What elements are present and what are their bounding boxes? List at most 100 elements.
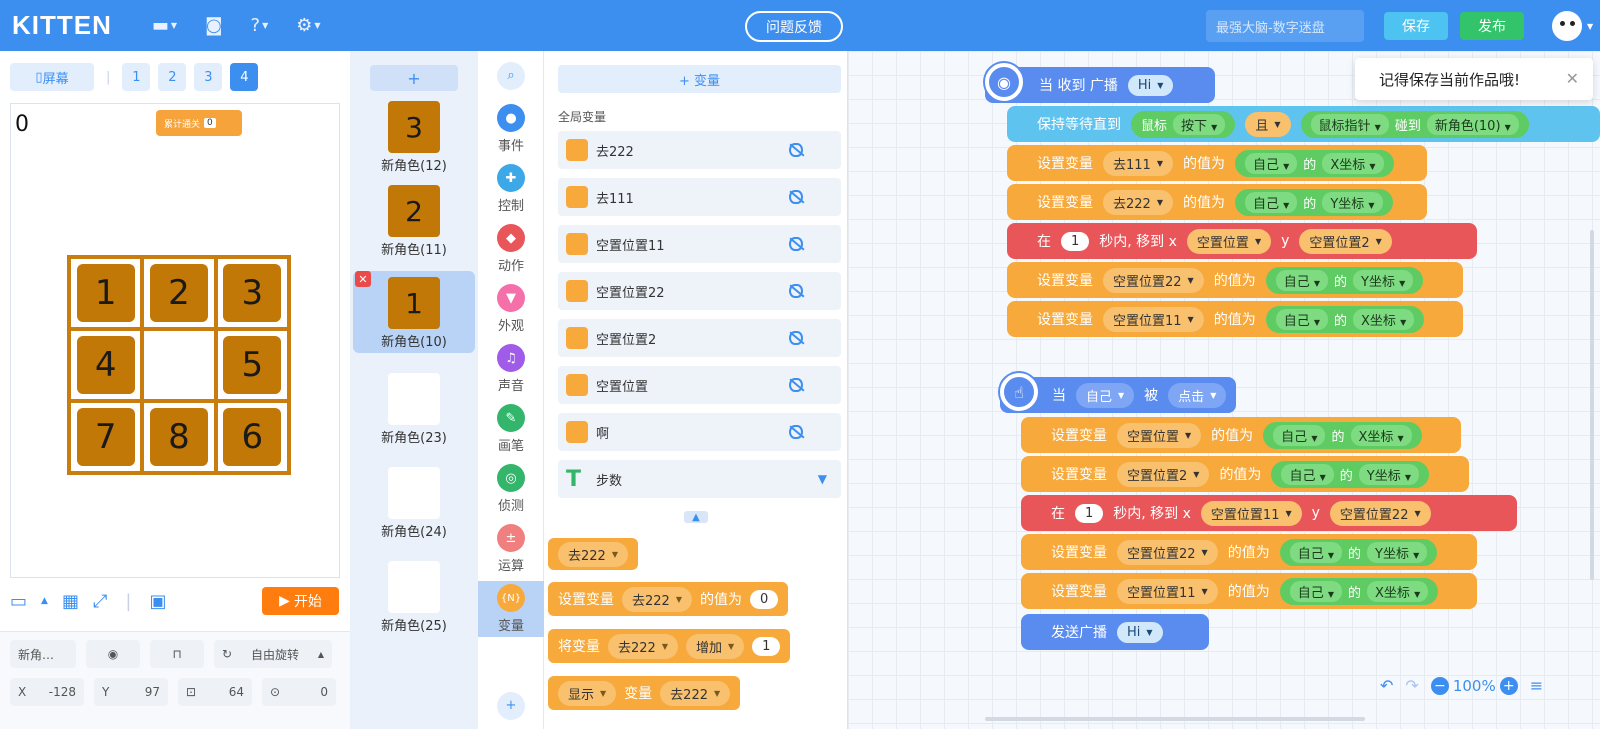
property-dropdown[interactable]: X坐标 ▼ (1367, 580, 1429, 602)
puzzle-tile[interactable]: 7 (76, 408, 135, 466)
object-dropdown[interactable]: 自己 ▼ (1289, 580, 1343, 602)
variable-item[interactable]: 去111 (558, 178, 841, 216)
zoom-in-icon[interactable]: + (1499, 676, 1518, 695)
x-field[interactable]: X -128 (10, 678, 84, 706)
project-title-input[interactable]: 最强大脑-数字迷盘 (1206, 10, 1364, 42)
add-variable-button[interactable]: + 变量 (558, 65, 841, 93)
direction-field[interactable]: ⊙ 0 (262, 678, 336, 706)
avatar[interactable] (1552, 11, 1582, 41)
close-icon[interactable]: ✕ (1566, 69, 1579, 88)
variable-dropdown[interactable]: 空置位置22 ▼ (1117, 539, 1218, 565)
y-dropdown[interactable]: 空置位置2 ▼ (1299, 228, 1392, 254)
close-icon[interactable]: ✕ (355, 271, 371, 287)
undo-icon[interactable]: ↶ (1380, 676, 1393, 695)
seconds-input[interactable]: 1 (1075, 503, 1104, 523)
sprite-name-field[interactable]: 新角… (10, 640, 76, 668)
expand-icon[interactable]: ⤢ (93, 591, 107, 612)
property-dropdown[interactable]: X坐标 ▼ (1353, 308, 1415, 330)
property-dropdown[interactable]: Y坐标 ▼ (1367, 541, 1428, 563)
category-sensing[interactable]: ◎ 侦测 (478, 461, 544, 517)
sprite-card[interactable]: 新角色(24) (353, 461, 475, 543)
event-dropdown[interactable]: 点击 ▼ (1168, 382, 1227, 408)
puzzle-tile[interactable]: 8 (149, 408, 208, 466)
zoom-out-icon[interactable]: − (1430, 676, 1449, 695)
category-looks[interactable]: ▼ 外观 (478, 281, 544, 337)
scene-tab-1[interactable]: 1 (122, 63, 151, 91)
sprite-card-selected[interactable]: ✕ 1 新角色(10) (353, 271, 475, 353)
category-events[interactable]: ● 事件 (478, 101, 544, 157)
search-button[interactable]: ⌕ (478, 57, 544, 97)
send-broadcast-block[interactable]: 发送广播 Hi ▼ (1021, 614, 1209, 650)
mouse-pressed-condition[interactable]: 鼠标 按下 ▼ (1131, 110, 1236, 138)
sprite-card[interactable]: 3 新角色(12) (353, 95, 475, 177)
variable-item[interactable]: 空置位置11 (558, 225, 841, 263)
glide-to-block[interactable]: 在 1 秒内, 移到 x 空置位置 ▼ y 空置位置2 ▼ (1007, 223, 1477, 259)
message-dropdown[interactable]: Hi ▼ (1127, 74, 1174, 96)
category-sound[interactable]: ♫ 声音 (478, 341, 544, 397)
sprite-card[interactable]: 2 新角色(11) (353, 179, 475, 261)
object-dropdown[interactable]: 自己 ▼ (1244, 191, 1298, 213)
object-dropdown[interactable]: 自己 ▼ (1275, 269, 1329, 291)
add-extension-button[interactable]: + (478, 687, 544, 727)
property-dropdown[interactable]: Y坐标 ▼ (1358, 463, 1420, 485)
folder-menu[interactable]: ▬ ▼ (152, 15, 177, 36)
property-dropdown[interactable]: Y坐标 ▼ (1322, 191, 1383, 213)
object-dropdown[interactable]: 自己 ▼ (1076, 382, 1135, 408)
category-motion[interactable]: ◆ 动作 (478, 221, 544, 277)
operation-dropdown[interactable]: 增加 ▼ (685, 633, 745, 659)
object-dropdown[interactable]: 自己 ▼ (1273, 424, 1326, 446)
category-variables[interactable]: {N} 变量 (478, 581, 544, 637)
publish-button[interactable]: 发布 (1460, 12, 1524, 40)
value-input[interactable]: 1 (752, 636, 781, 656)
pointer-dropdown[interactable]: 鼠标指针 ▼ (1310, 113, 1389, 135)
backpack-icon[interactable]: ◙ (205, 15, 222, 36)
scene-tab-3[interactable]: 3 (194, 63, 223, 91)
hide-eye-icon[interactable] (789, 143, 803, 157)
pressed-dropdown[interactable]: 按下 ▼ (1173, 113, 1226, 135)
attribute-reporter[interactable]: 自己 ▼ 的 X坐标 ▼ (1279, 577, 1439, 605)
variable-dropdown[interactable]: 空置位置 ▼ (1117, 422, 1202, 448)
property-dropdown[interactable]: X坐标 ▼ (1350, 424, 1412, 446)
set-variable-block[interactable]: 设置变量 去222 ▼ 的值为 0 (548, 582, 789, 616)
set-variable-block[interactable]: 设置变量 空置位置 ▼ 的值为 自己 ▼ 的 X坐标 ▼ (1021, 417, 1461, 453)
variable-dropdown[interactable]: 去222 ▼ (660, 680, 731, 706)
category-operators[interactable]: ± 运算 (478, 521, 544, 577)
hide-eye-icon[interactable] (789, 237, 803, 251)
set-variable-block[interactable]: 设置变量 空置位置2 ▼ 的值为 自己 ▼ 的 Y坐标 ▼ (1021, 456, 1469, 492)
unlock-icon[interactable]: ⊓ (150, 640, 204, 668)
puzzle-tile[interactable]: 1 (76, 264, 135, 322)
align-icon[interactable]: ≡ (1530, 676, 1543, 695)
variable-dropdown[interactable]: 空置位置11 ▼ (1117, 578, 1218, 604)
app-logo[interactable]: KITTEN (12, 10, 112, 41)
property-dropdown[interactable]: Y坐标 ▼ (1353, 269, 1414, 291)
puzzle-tile[interactable]: 6 (223, 408, 282, 466)
list-item[interactable]: T 步数 ▼ (558, 460, 841, 498)
variable-item[interactable]: 去222 (558, 131, 841, 169)
x-dropdown[interactable]: 空置位置11 ▼ (1200, 500, 1302, 526)
value-input[interactable]: 0 (749, 589, 779, 609)
collapse-toggle[interactable]: ▲ (684, 511, 708, 523)
stage-canvas[interactable]: 0 累计通关 0 1 2 3 4 5 7 8 6 (10, 103, 340, 578)
chevron-down-icon[interactable]: ▼ (1587, 22, 1593, 31)
puzzle-tile[interactable]: 4 (76, 336, 135, 394)
attribute-reporter[interactable]: 自己 ▼ 的 Y坐标 ▼ (1271, 460, 1430, 488)
variable-item[interactable]: 空置位置 (558, 366, 841, 404)
sprite-card[interactable]: 新角色(25) (353, 555, 475, 637)
variable-dropdown[interactable]: 去222 ▼ (558, 541, 628, 567)
redo-icon[interactable]: ↷ (1405, 676, 1418, 695)
set-variable-block[interactable]: 设置变量 空置位置11 ▼ 的值为 自己 ▼ 的 X坐标 ▼ (1007, 301, 1463, 337)
set-variable-block[interactable]: 设置变量 空置位置22 ▼ 的值为 自己 ▼ 的 Y坐标 ▼ (1021, 534, 1477, 570)
sprite-dropdown[interactable]: 新角色(10) ▼ (1426, 113, 1519, 135)
grid-icon[interactable]: ▦ (62, 591, 79, 612)
sprite-card[interactable]: 新角色(23) (353, 367, 475, 449)
phone-icon[interactable]: ▭ (10, 591, 27, 612)
object-dropdown[interactable]: 自己 ▼ (1275, 308, 1329, 330)
category-pen[interactable]: ✎ 画笔 (478, 401, 544, 457)
message-dropdown[interactable]: Hi ▼ (1117, 621, 1163, 643)
puzzle-tile[interactable]: 2 (149, 264, 208, 322)
object-dropdown[interactable]: 自己 ▼ (1244, 152, 1298, 174)
y-field[interactable]: Y 97 (94, 678, 168, 706)
rotation-mode-select[interactable]: ↻ 自由旋转 ▲ (214, 640, 332, 668)
variable-reporter-block[interactable]: 去222 ▼ (548, 538, 638, 570)
show-dropdown[interactable]: 显示 ▼ (558, 680, 617, 706)
